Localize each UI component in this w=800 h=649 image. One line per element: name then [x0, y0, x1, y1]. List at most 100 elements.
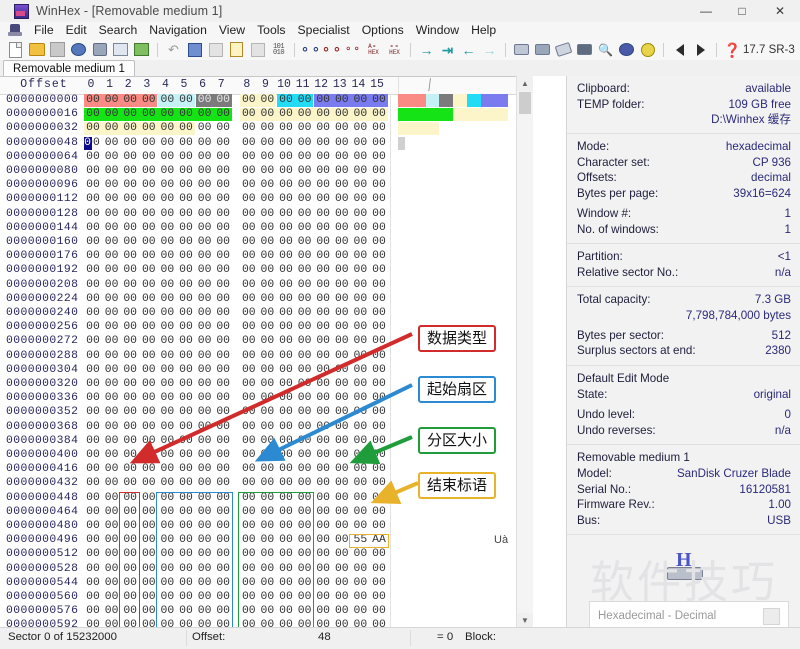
hex-row[interactable]: 0000000224000000000000000000000000000000… [0, 293, 566, 307]
hex-byte[interactable]: 00 [103, 307, 121, 320]
hex-byte[interactable]: 00 [84, 591, 102, 604]
hex-byte[interactable]: 00 [258, 151, 276, 164]
hex-byte[interactable]: 00 [333, 122, 351, 135]
hex-byte[interactable]: 00 [314, 108, 332, 121]
hex-byte[interactable]: 00 [140, 179, 158, 192]
paste-gray-icon[interactable] [248, 40, 267, 59]
hex-byte[interactable]: 00 [296, 122, 314, 135]
hex-byte[interactable]: 00 [277, 350, 295, 363]
hex-byte[interactable]: 00 [258, 264, 276, 277]
hex-byte[interactable]: 00 [121, 151, 139, 164]
hex-byte[interactable]: 00 [196, 222, 214, 235]
hex-byte[interactable]: 00 [277, 137, 295, 150]
hex-byte[interactable]: 00 [314, 122, 332, 135]
hex-row[interactable]: 0000000176000000000000000000000000000000… [0, 250, 566, 264]
hex-byte[interactable]: 00 [333, 577, 351, 590]
hex-byte[interactable]: 00 [314, 392, 332, 405]
hex-byte[interactable]: 00 [103, 435, 121, 448]
hex-byte[interactable]: 00 [177, 165, 195, 178]
integer-search-icon[interactable]: A⚬HEX [364, 40, 383, 59]
hex-byte[interactable]: 00 [370, 179, 388, 192]
hex-byte[interactable]: 00 [333, 406, 351, 419]
hex-byte[interactable]: 00 [84, 108, 102, 121]
hex-byte[interactable]: 00 [314, 449, 332, 462]
hex-byte[interactable]: 00 [84, 94, 102, 107]
menu-item-navigation[interactable]: Navigation [143, 22, 213, 39]
hex-byte[interactable]: 00 [158, 165, 176, 178]
hex-byte[interactable]: 00 [314, 492, 332, 505]
hex-byte[interactable]: 00 [177, 335, 195, 348]
hex-byte[interactable]: 00 [158, 122, 176, 135]
hex-byte[interactable]: 00 [351, 279, 369, 292]
hex-byte[interactable]: 00 [314, 208, 332, 221]
hex-byte[interactable]: 00 [314, 94, 332, 107]
hex-byte[interactable]: 00 [121, 179, 139, 192]
hex-byte[interactable]: 00 [103, 534, 121, 547]
hex-byte[interactable]: 00 [351, 122, 369, 135]
binary-convert-icon[interactable]: 101010 [269, 40, 288, 59]
hex-byte[interactable]: 00 [196, 321, 214, 334]
hex-byte[interactable]: 00 [140, 122, 158, 135]
hex-byte[interactable]: 00 [296, 477, 314, 490]
hex-byte[interactable]: 00 [84, 293, 102, 306]
hex-byte[interactable]: 00 [158, 137, 176, 150]
hex-byte[interactable]: 00 [240, 151, 258, 164]
hex-byte[interactable]: 00 [351, 293, 369, 306]
hex-byte[interactable]: 00 [84, 492, 102, 505]
hex-byte[interactable]: 00 [121, 264, 139, 277]
hex-byte[interactable]: 00 [314, 165, 332, 178]
hex-byte[interactable]: 00 [177, 94, 195, 107]
hex-byte[interactable]: 00 [158, 236, 176, 249]
hex-byte[interactable]: 00 [177, 108, 195, 121]
hex-byte[interactable]: 00 [140, 165, 158, 178]
hex-byte[interactable]: 00 [240, 293, 258, 306]
hex-byte[interactable]: 00 [314, 577, 332, 590]
hex-byte[interactable]: 00 [196, 350, 214, 363]
globe-icon[interactable] [617, 40, 636, 59]
new-file-icon[interactable] [6, 40, 25, 59]
hex-byte[interactable]: 00 [240, 208, 258, 221]
hex-byte[interactable]: 00 [214, 477, 232, 490]
hex-byte[interactable]: 00 [351, 449, 369, 462]
hex-byte[interactable]: 00 [158, 222, 176, 235]
hex-byte[interactable]: 00 [214, 193, 232, 206]
hex-byte[interactable]: 00 [214, 236, 232, 249]
goto-sector-icon[interactable]: ⇥ [438, 40, 457, 59]
hex-byte[interactable]: 00 [370, 108, 388, 121]
hex-byte[interactable]: 00 [351, 435, 369, 448]
hex-byte[interactable]: 00 [314, 563, 332, 576]
hex-byte[interactable]: 00 [277, 435, 295, 448]
hex-byte[interactable]: 00 [196, 179, 214, 192]
back-icon[interactable]: ← [459, 40, 478, 59]
hex-byte[interactable]: 00 [258, 364, 276, 377]
hex-byte[interactable]: 00 [314, 193, 332, 206]
hex-byte[interactable]: 00 [214, 122, 232, 135]
hex-byte[interactable]: 00 [351, 421, 369, 434]
hex-byte[interactable]: 00 [370, 293, 388, 306]
hex-byte[interactable]: 00 [84, 605, 102, 618]
hex-byte[interactable]: 00 [333, 321, 351, 334]
hex-byte[interactable]: 00 [333, 378, 351, 391]
hex-row[interactable]: 0000000352000000000000000000000000000000… [0, 406, 566, 420]
copy-gray-icon[interactable] [206, 40, 225, 59]
hex-byte[interactable]: 00 [158, 350, 176, 363]
hex-editor-panel[interactable]: Offset 0123456789101112131415 ╱ 00000000… [0, 76, 566, 629]
hex-byte[interactable]: 00 [351, 492, 369, 505]
disk-image-icon[interactable] [533, 40, 552, 59]
hex-byte[interactable]: 00 [84, 392, 102, 405]
hex-byte[interactable]: 00 [214, 279, 232, 292]
hex-byte[interactable]: 00 [314, 520, 332, 533]
hex-byte[interactable]: 00 [351, 463, 369, 476]
hex-byte[interactable]: 00 [333, 591, 351, 604]
hex-byte[interactable]: 00 [370, 122, 388, 135]
hex-byte[interactable]: 00 [370, 591, 388, 604]
hex-byte[interactable]: 00 [240, 94, 258, 107]
hex-byte[interactable]: 00 [370, 321, 388, 334]
hex-byte[interactable]: 00 [333, 307, 351, 320]
hex-byte[interactable]: 00 [333, 449, 351, 462]
hex-byte[interactable]: 00 [196, 435, 214, 448]
hex-byte[interactable]: 00 [196, 335, 214, 348]
hex-byte[interactable]: 00 [277, 307, 295, 320]
hex-byte[interactable]: 00 [214, 222, 232, 235]
copy-icon[interactable] [185, 40, 204, 59]
